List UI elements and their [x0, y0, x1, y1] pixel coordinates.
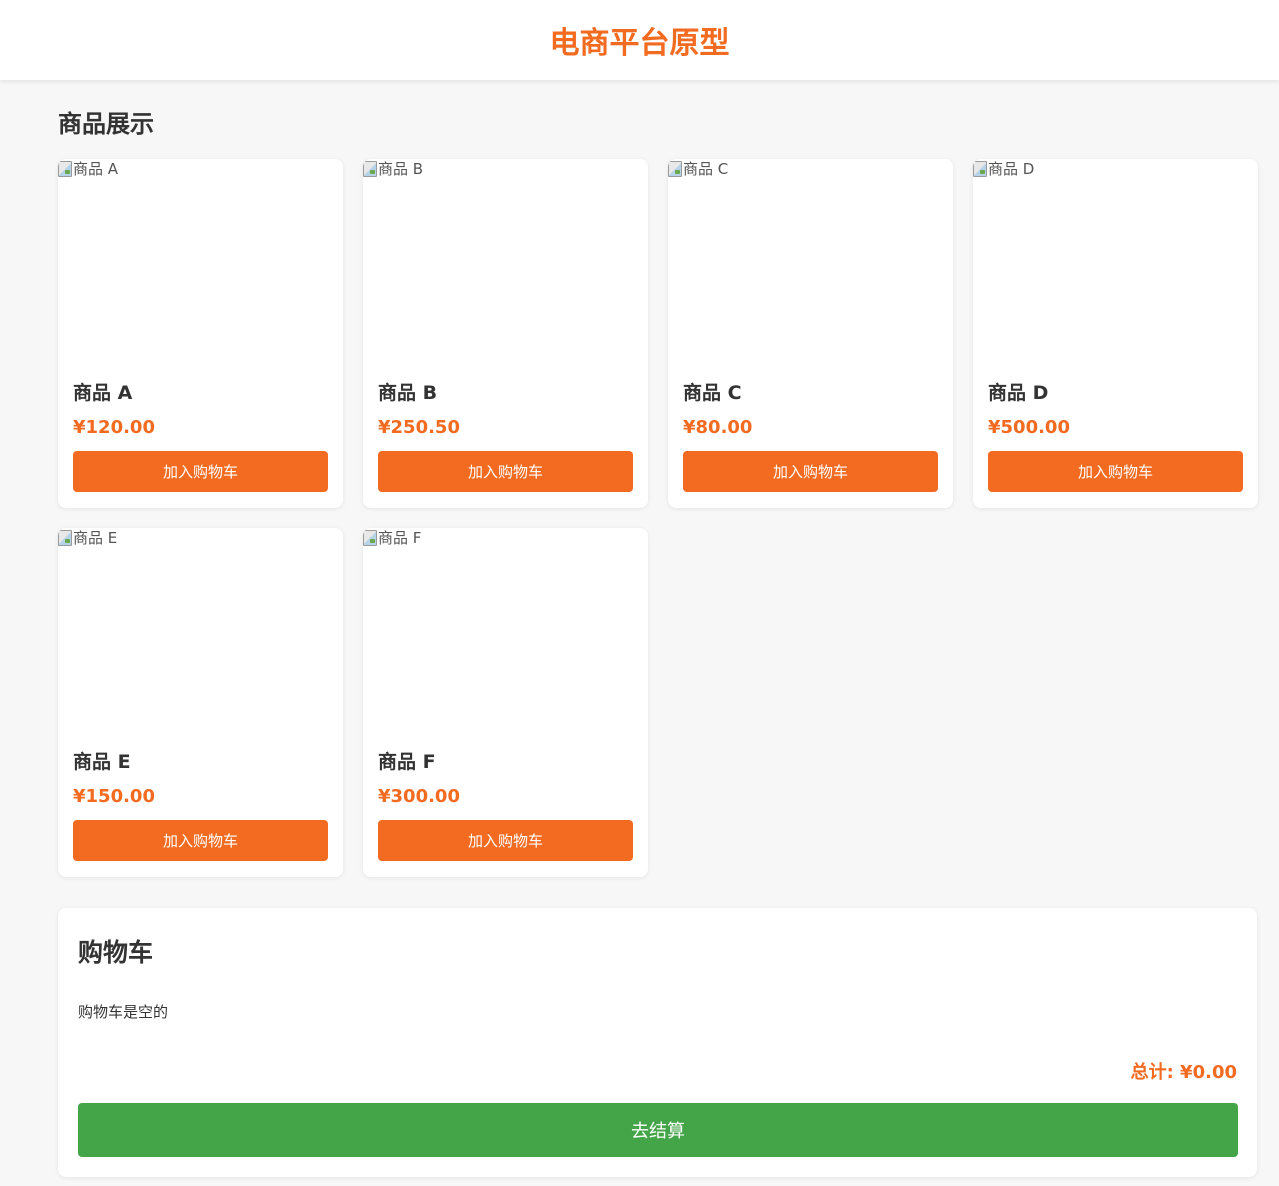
product-price: ¥80.00 [683, 417, 753, 438]
product-image: 商品 A [58, 159, 343, 359]
product-image-alt: 商品 A [73, 160, 119, 178]
broken-image-icon [668, 161, 682, 177]
product-price: ¥500.00 [988, 417, 1070, 438]
product-name: 商品 D [988, 382, 1049, 404]
broken-image-icon [58, 530, 72, 546]
product-card: 商品 A 商品 A ¥120.00 加入购物车 [58, 159, 343, 508]
add-to-cart-button[interactable]: 加入购物车 [73, 451, 328, 492]
product-image-alt: 商品 B [378, 160, 424, 178]
shopping-cart-panel: 购物车 购物车是空的 总计: ¥0.00 去结算 [58, 908, 1257, 1177]
product-image: 商品 E [58, 528, 343, 728]
product-card: 商品 C 商品 C ¥80.00 加入购物车 [668, 159, 953, 508]
checkout-button[interactable]: 去结算 [78, 1103, 1238, 1157]
product-card: 商品 F 商品 F ¥300.00 加入购物车 [363, 528, 648, 877]
product-image: 商品 F [363, 528, 648, 728]
add-to-cart-button[interactable]: 加入购物车 [73, 820, 328, 861]
product-image-alt: 商品 C [683, 160, 729, 178]
add-to-cart-button[interactable]: 加入购物车 [378, 820, 633, 861]
product-card: 商品 E 商品 E ¥150.00 加入购物车 [58, 528, 343, 877]
cart-total: 总计: ¥0.00 [1130, 1062, 1237, 1083]
product-image: 商品 C [668, 159, 953, 359]
product-name: 商品 A [73, 382, 133, 404]
product-name: 商品 E [73, 751, 131, 773]
product-card: 商品 D 商品 D ¥500.00 加入购物车 [973, 159, 1258, 508]
product-image: 商品 B [363, 159, 648, 359]
cart-empty-message: 购物车是空的 [78, 1003, 169, 1021]
broken-image-icon [363, 530, 377, 546]
add-to-cart-button[interactable]: 加入购物车 [378, 451, 633, 492]
site-header: 电商平台原型 [0, 0, 1279, 80]
product-price: ¥120.00 [73, 417, 155, 438]
product-name: 商品 B [378, 382, 438, 404]
product-price: ¥300.00 [378, 786, 460, 807]
product-card: 商品 B 商品 B ¥250.50 加入购物车 [363, 159, 648, 508]
product-grid: 商品 A 商品 A ¥120.00 加入购物车 商品 B 商品 B ¥250.5… [58, 159, 1258, 877]
broken-image-icon [363, 161, 377, 177]
product-price: ¥250.50 [378, 417, 460, 438]
product-name: 商品 F [378, 751, 436, 773]
product-image-alt: 商品 D [988, 160, 1035, 178]
broken-image-icon [58, 161, 72, 177]
product-price: ¥150.00 [73, 786, 155, 807]
product-name: 商品 C [683, 382, 742, 404]
cart-title: 购物车 [78, 938, 154, 967]
site-title: 电商平台原型 [549, 26, 730, 61]
product-image: 商品 D [973, 159, 1258, 359]
add-to-cart-button[interactable]: 加入购物车 [988, 451, 1243, 492]
broken-image-icon [973, 161, 987, 177]
product-image-alt: 商品 F [378, 529, 422, 547]
product-image-alt: 商品 E [73, 529, 118, 547]
products-section-title: 商品展示 [58, 110, 154, 138]
add-to-cart-button[interactable]: 加入购物车 [683, 451, 938, 492]
